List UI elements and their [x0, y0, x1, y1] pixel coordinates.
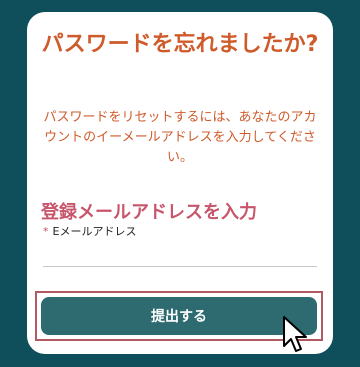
mouse-pointer-icon: [283, 316, 307, 352]
section-heading: 登録メールアドレスを入力: [41, 202, 257, 223]
page-title: パスワードを忘れましたか?: [41, 32, 319, 57]
email-input[interactable]: [43, 242, 317, 267]
required-asterisk: *: [43, 225, 49, 238]
instructions-text: パスワードをリセットするには、あなたのアカウントのイーメールアドレスを入力してく…: [43, 110, 317, 165]
forgot-password-card: パスワードを忘れましたか? パスワードをリセットするには、あなたのアカウントのイ…: [27, 12, 333, 354]
email-label-text: Eメールアドレス: [52, 225, 137, 238]
submit-focus-ring: 提出する: [35, 291, 323, 341]
email-field-label: * Eメールアドレス: [43, 225, 136, 239]
submit-button[interactable]: 提出する: [41, 297, 317, 335]
